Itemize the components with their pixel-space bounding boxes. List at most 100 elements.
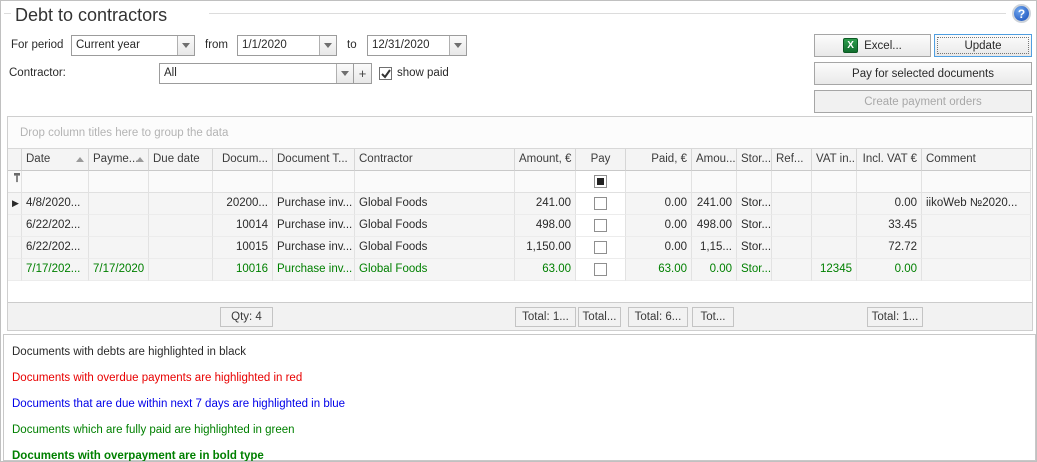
filter-cell-pay[interactable] <box>576 171 626 193</box>
table-row[interactable]: 6/22/202...10015Purchase inv...Global Fo… <box>8 237 1032 259</box>
chevron-down-icon[interactable] <box>319 36 336 55</box>
cell-paid[interactable]: 0.00 <box>626 237 692 259</box>
period-select[interactable]: Current year <box>71 35 195 56</box>
cell-vat[interactable] <box>812 237 857 259</box>
cell-amount[interactable]: 63.00 <box>515 259 576 281</box>
to-date-input[interactable]: 12/31/2020 <box>367 35 467 56</box>
pay-checkbox[interactable] <box>594 241 607 254</box>
cell-vat[interactable] <box>812 193 857 215</box>
cell-incl-vat[interactable]: 33.45 <box>857 215 922 237</box>
column-header-vat[interactable]: VAT in... <box>812 149 857 171</box>
cell-due-date[interactable] <box>149 237 213 259</box>
cell-date[interactable]: 7/17/202... <box>22 259 89 281</box>
cell-reference[interactable] <box>772 259 812 281</box>
cell-document-number[interactable]: 10014 <box>213 215 273 237</box>
chevron-down-icon[interactable] <box>449 36 466 55</box>
filter-cell-document-number[interactable] <box>213 171 273 193</box>
cell-document-type[interactable]: Purchase inv... <box>273 193 355 215</box>
column-header-payment-date[interactable]: Payme... <box>89 149 149 171</box>
show-paid-checkbox[interactable] <box>379 67 392 80</box>
cell-amount[interactable]: 241.00 <box>515 193 576 215</box>
cell-pay[interactable] <box>576 193 626 215</box>
cell-payment-date[interactable] <box>89 237 149 259</box>
column-header-amount[interactable]: Amount, € <box>515 149 576 171</box>
filter-cell-vat[interactable] <box>812 171 857 193</box>
cell-contractor[interactable]: Global Foods <box>355 259 515 281</box>
filter-cell-incl-vat[interactable] <box>857 171 922 193</box>
cell-storage[interactable]: Stor... <box>737 237 772 259</box>
cell-comment[interactable] <box>922 237 1031 259</box>
column-header-pay[interactable]: Pay <box>576 149 626 171</box>
cell-payment-date[interactable]: 7/17/2020 <box>89 259 149 281</box>
filter-cell-payment-date[interactable] <box>89 171 149 193</box>
column-header-storage[interactable]: Stor... <box>737 149 772 171</box>
cell-document-number[interactable]: 20200... <box>213 193 273 215</box>
cell-amount-to-pay[interactable]: 0.00 <box>692 259 737 281</box>
cell-document-type[interactable]: Purchase inv... <box>273 215 355 237</box>
cell-comment[interactable] <box>922 259 1031 281</box>
cell-incl-vat[interactable]: 72.72 <box>857 237 922 259</box>
column-header-reference[interactable]: Ref... <box>772 149 812 171</box>
pay-checkbox[interactable] <box>594 263 607 276</box>
cell-paid[interactable]: 0.00 <box>626 215 692 237</box>
group-by-panel[interactable]: Drop column titles here to group the dat… <box>8 117 1032 149</box>
cell-storage[interactable]: Stor... <box>737 193 772 215</box>
cell-amount[interactable]: 498.00 <box>515 215 576 237</box>
add-contractor-button[interactable]: + <box>353 63 372 84</box>
cell-incl-vat[interactable]: 0.00 <box>857 259 922 281</box>
cell-pay[interactable] <box>576 259 626 281</box>
cell-reference[interactable] <box>772 237 812 259</box>
cell-vat[interactable] <box>812 215 857 237</box>
filter-cell-due-date[interactable] <box>149 171 213 193</box>
cell-due-date[interactable] <box>149 215 213 237</box>
column-header-comment[interactable]: Comment <box>922 149 1031 171</box>
from-date-input[interactable]: 1/1/2020 <box>237 35 337 56</box>
excel-button[interactable]: X Excel... <box>814 34 931 57</box>
cell-reference[interactable] <box>772 215 812 237</box>
cell-amount-to-pay[interactable]: 241.00 <box>692 193 737 215</box>
cell-contractor[interactable]: Global Foods <box>355 215 515 237</box>
cell-amount-to-pay[interactable]: 498.00 <box>692 215 737 237</box>
filter-cell-document-type[interactable] <box>273 171 355 193</box>
cell-pay[interactable] <box>576 237 626 259</box>
cell-pay[interactable] <box>576 215 626 237</box>
cell-contractor[interactable]: Global Foods <box>355 237 515 259</box>
cell-storage[interactable]: Stor... <box>737 215 772 237</box>
column-header-due-date[interactable]: Due date <box>149 149 213 171</box>
table-row[interactable]: ▶4/8/2020...20200...Purchase inv...Globa… <box>8 193 1032 215</box>
column-header-document-number[interactable]: Docum... <box>213 149 273 171</box>
cell-payment-date[interactable] <box>89 215 149 237</box>
cell-due-date[interactable] <box>149 193 213 215</box>
cell-date[interactable]: 4/8/2020... <box>22 193 89 215</box>
cell-date[interactable]: 6/22/202... <box>22 215 89 237</box>
cell-amount-to-pay[interactable]: 1,15... <box>692 237 737 259</box>
cell-vat[interactable]: 12345 <box>812 259 857 281</box>
cell-due-date[interactable] <box>149 259 213 281</box>
column-header-date[interactable]: Date <box>22 149 89 171</box>
cell-reference[interactable] <box>772 193 812 215</box>
filter-cell-storage[interactable] <box>737 171 772 193</box>
column-header-document-type[interactable]: Document T... <box>273 149 355 171</box>
chevron-down-icon[interactable] <box>177 36 194 55</box>
filter-cell-amount[interactable] <box>515 171 576 193</box>
update-button[interactable]: Update <box>934 34 1032 57</box>
filter-cell-amount-to-pay[interactable] <box>692 171 737 193</box>
column-header-incl-vat[interactable]: Incl. VAT € <box>857 149 922 171</box>
filter-cell-reference[interactable] <box>772 171 812 193</box>
table-row[interactable]: 7/17/202...7/17/202010016Purchase inv...… <box>8 259 1032 281</box>
cell-amount[interactable]: 1,150.00 <box>515 237 576 259</box>
cell-date[interactable]: 6/22/202... <box>22 237 89 259</box>
cell-comment[interactable] <box>922 215 1031 237</box>
pay-checkbox[interactable] <box>594 197 607 210</box>
filter-cell-contractor[interactable] <box>355 171 515 193</box>
contractor-select[interactable]: All <box>159 63 354 84</box>
filter-cell-comment[interactable] <box>922 171 1031 193</box>
pay-checkbox[interactable] <box>594 219 607 232</box>
filter-cell-paid[interactable] <box>626 171 692 193</box>
filter-cell-date[interactable] <box>22 171 89 193</box>
cell-paid[interactable]: 63.00 <box>626 259 692 281</box>
cell-document-number[interactable]: 10016 <box>213 259 273 281</box>
chevron-down-icon[interactable] <box>336 64 353 83</box>
cell-document-type[interactable]: Purchase inv... <box>273 237 355 259</box>
cell-storage[interactable]: Stor... <box>737 259 772 281</box>
